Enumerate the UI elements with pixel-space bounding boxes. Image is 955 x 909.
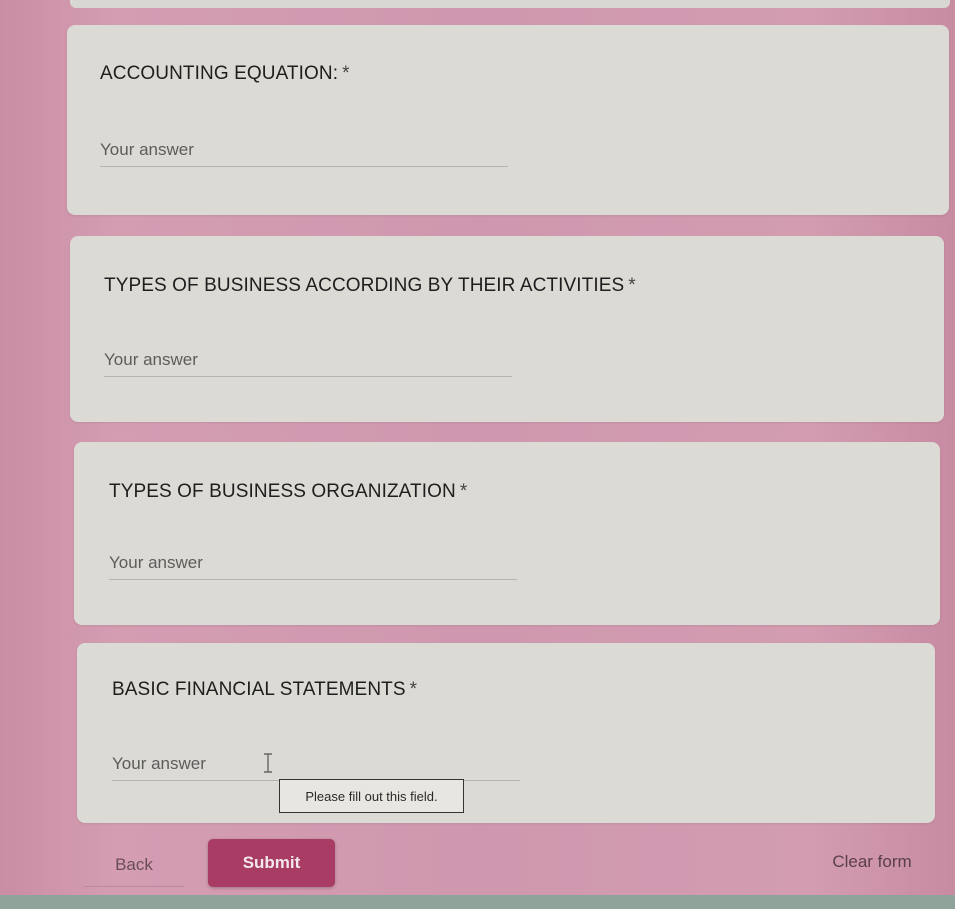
question-card-financial-statements: BASIC FINANCIAL STATEMENTS *: [77, 643, 935, 823]
question-title: ACCOUNTING EQUATION: *: [100, 63, 350, 84]
question-title: TYPES OF BUSINESS ACCORDING BY THEIR ACT…: [104, 275, 636, 296]
required-asterisk: *: [342, 63, 350, 84]
required-asterisk: *: [628, 275, 636, 296]
text-cursor-icon: [264, 753, 272, 773]
question-title: BASIC FINANCIAL STATEMENTS *: [112, 679, 418, 700]
page-bottom-edge: [0, 895, 955, 909]
answer-input[interactable]: [100, 140, 508, 167]
question-card-business-organization: TYPES OF BUSINESS ORGANIZATION *: [74, 442, 940, 625]
question-card-business-activities: TYPES OF BUSINESS ACCORDING BY THEIR ACT…: [70, 236, 944, 422]
clear-form-button[interactable]: Clear form: [812, 845, 932, 879]
question-title: TYPES OF BUSINESS ORGANIZATION *: [109, 481, 468, 502]
back-button[interactable]: Back: [84, 843, 184, 887]
question-card-accounting-equation: ACCOUNTING EQUATION: *: [67, 25, 949, 215]
required-asterisk: *: [409, 679, 418, 700]
required-asterisk: *: [459, 481, 468, 502]
submit-button[interactable]: Submit: [208, 839, 335, 887]
validation-tooltip: Please fill out this field.: [279, 779, 464, 813]
answer-input[interactable]: [112, 754, 520, 781]
answer-input[interactable]: [104, 350, 512, 377]
answer-input[interactable]: [109, 553, 517, 580]
previous-card-edge: [70, 0, 950, 8]
